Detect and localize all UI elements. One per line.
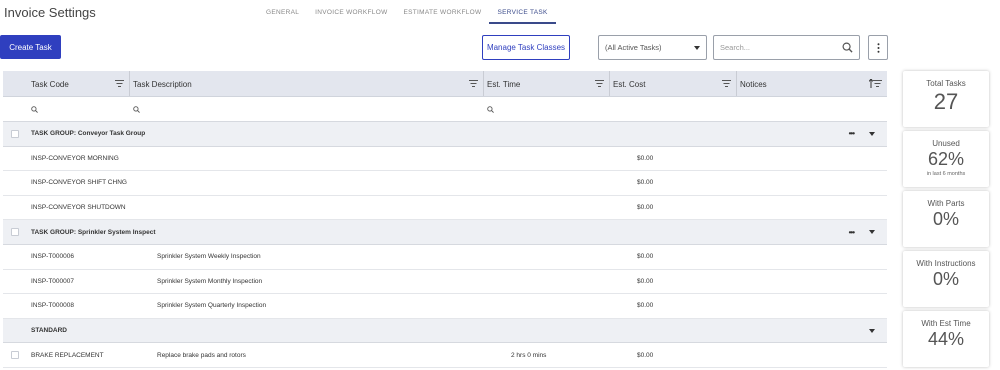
tab-invoice-workflow[interactable]: INVOICE WORKFLOW	[307, 0, 395, 24]
stat-label: Total Tasks	[926, 79, 966, 88]
stat-value: 0%	[932, 269, 959, 289]
search-icon	[487, 106, 494, 113]
stat-card-with-instructions: With Instructions 0%	[903, 251, 989, 307]
task-code: INSP-CONVEYOR SHIFT CHNG	[31, 179, 127, 187]
task-code: INSP-T000006	[31, 253, 74, 261]
task-description: Replace brake pads and rotors	[157, 351, 246, 359]
tab-general[interactable]: GENERAL	[258, 0, 307, 24]
task-group-row[interactable]: STANDARD	[3, 318, 887, 344]
column-label: Est. Cost	[613, 80, 646, 89]
table-row[interactable]: INSP-T000007 Sprinkler System Monthly In…	[3, 270, 887, 295]
chevron-down-icon	[694, 45, 700, 50]
est-cost: $0.00	[637, 154, 654, 162]
stat-label: Unused	[932, 139, 960, 148]
stat-value: 62%	[927, 149, 965, 169]
task-code: INSP-CONVEYOR SHUTDOWN	[31, 204, 126, 212]
task-code: INSP-T000008	[31, 302, 74, 310]
manage-task-classes-button[interactable]: Manage Task Classes	[482, 35, 570, 60]
filter-icon[interactable]	[595, 80, 604, 87]
est-cost: $0.00	[637, 204, 654, 212]
page-title: Invoice Settings	[4, 5, 96, 20]
search-icon	[842, 42, 853, 53]
stat-label: With Instructions	[916, 259, 976, 268]
stat-value: 27	[933, 89, 959, 114]
group-title: TASK GROUP: Sprinkler System Inspect	[31, 228, 156, 236]
column-header-est-cost[interactable]: Est. Cost	[610, 71, 737, 96]
tab-service-task[interactable]: SERVICE TASK	[489, 0, 556, 24]
row-checkbox[interactable]	[11, 351, 19, 360]
invoice-settings-page: Invoice Settings GENERAL INVOICE WORKFLO…	[0, 0, 1000, 370]
column-header-notices[interactable]: Notices	[737, 71, 887, 96]
chevron-down-icon[interactable]	[869, 328, 875, 333]
stat-card-with-est-time: With Est Time 44%	[903, 311, 989, 367]
task-code: BRAKE REPLACEMENT	[31, 351, 104, 359]
group-title: STANDARD	[31, 327, 67, 335]
chevron-down-icon[interactable]	[869, 131, 875, 136]
est-cost: $0.00	[637, 277, 654, 285]
est-cost: $0.00	[637, 253, 654, 261]
time-filter-input[interactable]	[484, 97, 610, 121]
stat-value: 44%	[927, 329, 965, 349]
table-row[interactable]: INSP-CONVEYOR SHUTDOWN $0.00	[3, 196, 887, 221]
stat-subtext: in last 6 months	[926, 171, 966, 177]
group-more-icon[interactable]: •••	[849, 228, 855, 237]
filter-row	[3, 97, 887, 122]
task-description: Sprinkler System Weekly Inspection	[157, 253, 261, 261]
stat-label: With Parts	[927, 199, 965, 208]
task-code: INSP-T000007	[31, 277, 74, 285]
column-label: Notices	[740, 80, 767, 89]
create-task-button[interactable]: Create Task	[0, 35, 61, 59]
task-table: Task Code Task Description Est. Time Est…	[3, 71, 887, 370]
group-checkbox[interactable]	[11, 129, 19, 138]
task-description: Sprinkler System Quarterly Inspection	[157, 302, 267, 310]
table-row[interactable]: INSP-T000008 Sprinkler System Quarterly …	[3, 294, 887, 319]
task-group-row[interactable]: TASK GROUP: Conveyor Task Group •••	[3, 122, 887, 147]
filter-icon[interactable]	[873, 80, 882, 87]
stat-card-unused: Unused 62% in last 6 months	[903, 131, 989, 187]
table-row[interactable]: INSP-CONVEYOR MORNING $0.00	[3, 147, 887, 172]
column-header-est-time[interactable]: Est. Time	[484, 71, 610, 96]
search-placeholder: Search...	[720, 43, 751, 52]
search-input[interactable]: Search...	[713, 35, 860, 60]
code-filter-input[interactable]	[3, 97, 130, 121]
tab-bar: GENERAL INVOICE WORKFLOW ESTIMATE WORKFL…	[258, 0, 556, 24]
group-checkbox[interactable]	[11, 228, 19, 237]
group-title: TASK GROUP: Conveyor Task Group	[31, 130, 146, 138]
task-filter-value: (All Active Tasks)	[605, 43, 662, 52]
table-header: Task Code Task Description Est. Time Est…	[3, 71, 887, 97]
est-cost: $0.00	[637, 351, 654, 359]
filter-icon[interactable]	[115, 80, 124, 87]
more-options-button[interactable]	[868, 35, 888, 60]
group-more-icon[interactable]: •••	[849, 129, 855, 138]
filter-icon[interactable]	[469, 80, 478, 87]
chevron-down-icon[interactable]	[869, 230, 875, 235]
est-cost: $0.00	[637, 302, 654, 310]
task-filter-select[interactable]: (All Active Tasks)	[598, 35, 707, 60]
table-row[interactable]: BRAKE REPLACEMENT Replace brake pads and…	[3, 343, 887, 368]
task-description: Sprinkler System Monthly Inspection	[157, 277, 263, 285]
est-cost: $0.00	[637, 179, 654, 187]
task-group-row[interactable]: TASK GROUP: Sprinkler System Inspect •••	[3, 220, 887, 245]
table-row[interactable]: INSP-CONVEYOR SHIFT CHNG $0.00	[3, 171, 887, 196]
stat-label: With Est Time	[921, 319, 971, 328]
search-icon	[133, 106, 140, 113]
stat-card-total-tasks: Total Tasks 27	[903, 71, 989, 127]
column-label: Task Description	[133, 80, 192, 89]
filter-icon[interactable]	[722, 80, 731, 87]
column-label: Task Code	[31, 80, 69, 89]
est-time: 2 hrs 0 mins	[511, 351, 547, 359]
kebab-menu-icon	[877, 42, 879, 53]
stat-card-with-parts: With Parts 0%	[903, 191, 989, 247]
column-header-task-description[interactable]: Task Description	[130, 71, 484, 96]
task-code: INSP-CONVEYOR MORNING	[31, 154, 119, 162]
search-icon	[31, 106, 38, 113]
stat-value: 0%	[932, 209, 959, 229]
column-label: Est. Time	[487, 80, 521, 89]
description-filter-input[interactable]	[130, 97, 484, 121]
column-header-task-code[interactable]: Task Code	[3, 71, 130, 96]
table-row[interactable]: INSP-T000006 Sprinkler System Weekly Ins…	[3, 245, 887, 270]
tab-estimate-workflow[interactable]: ESTIMATE WORKFLOW	[396, 0, 490, 24]
